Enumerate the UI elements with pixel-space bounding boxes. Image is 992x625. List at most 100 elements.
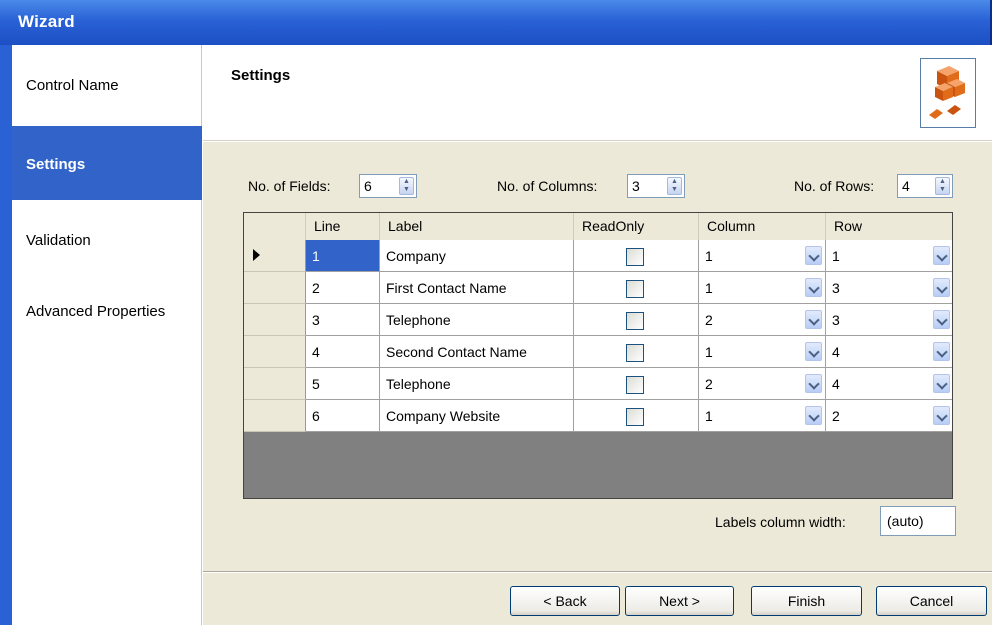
chevron-down-icon[interactable]: [805, 278, 822, 297]
row-cell[interactable]: 4: [826, 368, 952, 400]
label-cell[interactable]: Company: [380, 240, 574, 272]
fields-grid[interactable]: Line Label ReadOnly Column Row 1 Company…: [243, 212, 953, 499]
rows-spinner[interactable]: 4 ▲ ▼: [897, 174, 953, 198]
readonly-checkbox[interactable]: [626, 280, 644, 298]
label-cell[interactable]: Second Contact Name: [380, 336, 574, 368]
column-header-row[interactable]: Row: [826, 213, 952, 240]
table-row[interactable]: 5 Telephone 2 4: [244, 368, 952, 400]
row-cell[interactable]: 1: [826, 240, 952, 272]
line-cell[interactable]: 1: [306, 240, 380, 272]
fields-label: No. of Fields:: [248, 178, 331, 194]
table-row[interactable]: 2 First Contact Name 1 3: [244, 272, 952, 304]
title-bar: Wizard: [0, 0, 992, 45]
readonly-cell: [574, 304, 699, 336]
column-cell[interactable]: 1: [699, 400, 826, 432]
sidebar-item-settings[interactable]: Settings: [12, 126, 202, 200]
blocks-icon: [920, 58, 976, 128]
row-header[interactable]: [244, 336, 306, 368]
chevron-down-icon[interactable]: [805, 310, 822, 329]
readonly-checkbox[interactable]: [626, 344, 644, 362]
column-header-readonly[interactable]: ReadOnly: [574, 213, 699, 240]
line-cell[interactable]: 5: [306, 368, 380, 400]
chevron-down-icon[interactable]: [805, 374, 822, 393]
column-header-line[interactable]: Line: [306, 213, 380, 240]
readonly-checkbox[interactable]: [626, 312, 644, 330]
sidebar-item-label: Validation: [26, 232, 91, 249]
column-value: 1: [705, 408, 713, 424]
row-value: 1: [832, 248, 840, 264]
sidebar-item-control-name[interactable]: Control Name: [12, 45, 202, 119]
label-cell[interactable]: Company Website: [380, 400, 574, 432]
chevron-down-icon[interactable]: [933, 278, 950, 297]
cancel-button[interactable]: Cancel: [876, 586, 987, 616]
wizard-sidebar: Control Name Settings Validation Advance…: [0, 45, 202, 625]
rows-value: 4: [902, 178, 910, 194]
row-header[interactable]: [244, 304, 306, 336]
column-header-column[interactable]: Column: [699, 213, 826, 240]
row-header[interactable]: [244, 272, 306, 304]
chevron-down-icon[interactable]: [805, 406, 822, 425]
readonly-checkbox[interactable]: [626, 248, 644, 266]
readonly-checkbox[interactable]: [626, 408, 644, 426]
chevron-down-icon[interactable]: [805, 342, 822, 361]
next-button[interactable]: Next >: [625, 586, 734, 616]
readonly-cell: [574, 368, 699, 400]
grid-header: Line Label ReadOnly Column Row: [244, 213, 952, 240]
spin-arrows-icon[interactable]: ▲ ▼: [399, 177, 414, 195]
labels-width-input[interactable]: (auto): [880, 506, 956, 536]
row-cell[interactable]: 2: [826, 400, 952, 432]
column-value: 1: [705, 248, 713, 264]
line-cell[interactable]: 2: [306, 272, 380, 304]
chevron-down-icon[interactable]: [933, 310, 950, 329]
current-row-arrow-icon: [253, 249, 260, 261]
chevron-down-icon[interactable]: [933, 374, 950, 393]
line-cell[interactable]: 3: [306, 304, 380, 336]
fields-spinner[interactable]: 6 ▲ ▼: [359, 174, 417, 198]
chevron-down-icon[interactable]: [933, 246, 950, 265]
column-value: 2: [705, 312, 713, 328]
column-value: 1: [705, 344, 713, 360]
row-value: 4: [832, 344, 840, 360]
label-cell[interactable]: Telephone: [380, 368, 574, 400]
chevron-down-icon[interactable]: [933, 406, 950, 425]
row-cell[interactable]: 3: [826, 304, 952, 336]
sidebar-item-label: Advanced Properties: [26, 303, 166, 320]
row-header[interactable]: [244, 240, 306, 272]
column-value: 2: [705, 376, 713, 392]
chevron-down-icon[interactable]: [933, 342, 950, 361]
column-cell[interactable]: 2: [699, 368, 826, 400]
table-row[interactable]: 1 Company 1 1: [244, 240, 952, 272]
column-cell[interactable]: 2: [699, 304, 826, 336]
line-cell[interactable]: 4: [306, 336, 380, 368]
back-button[interactable]: < Back: [510, 586, 620, 616]
columns-spinner[interactable]: 3 ▲ ▼: [627, 174, 685, 198]
settings-panel: No. of Fields: 6 ▲ ▼ No. of Columns: 3 ▲ ▼…: [203, 142, 992, 625]
window-title: Wizard: [18, 12, 75, 31]
column-cell[interactable]: 1: [699, 272, 826, 304]
spin-arrows-icon[interactable]: ▲ ▼: [935, 177, 950, 195]
row-value: 2: [832, 408, 840, 424]
readonly-checkbox[interactable]: [626, 376, 644, 394]
label-cell[interactable]: Telephone: [380, 304, 574, 336]
sidebar-item-advanced-properties[interactable]: Advanced Properties: [12, 271, 202, 345]
rows-label: No. of Rows:: [794, 178, 875, 194]
row-header[interactable]: [244, 368, 306, 400]
finish-button[interactable]: Finish: [751, 586, 862, 616]
fields-value: 6: [364, 178, 372, 194]
row-header[interactable]: [244, 400, 306, 432]
label-cell[interactable]: First Contact Name: [380, 272, 574, 304]
column-cell[interactable]: 1: [699, 240, 826, 272]
column-value: 1: [705, 280, 713, 296]
chevron-down-icon[interactable]: [805, 246, 822, 265]
sidebar-item-validation[interactable]: Validation: [12, 200, 202, 274]
table-row[interactable]: 4 Second Contact Name 1 4: [244, 336, 952, 368]
line-cell[interactable]: 6: [306, 400, 380, 432]
column-cell[interactable]: 1: [699, 336, 826, 368]
row-cell[interactable]: 3: [826, 272, 952, 304]
column-header-label[interactable]: Label: [380, 213, 574, 240]
table-row[interactable]: 6 Company Website 1 2: [244, 400, 952, 432]
spin-arrows-icon[interactable]: ▲ ▼: [667, 177, 682, 195]
table-row[interactable]: 3 Telephone 2 3: [244, 304, 952, 336]
divider: [203, 571, 992, 573]
row-cell[interactable]: 4: [826, 336, 952, 368]
